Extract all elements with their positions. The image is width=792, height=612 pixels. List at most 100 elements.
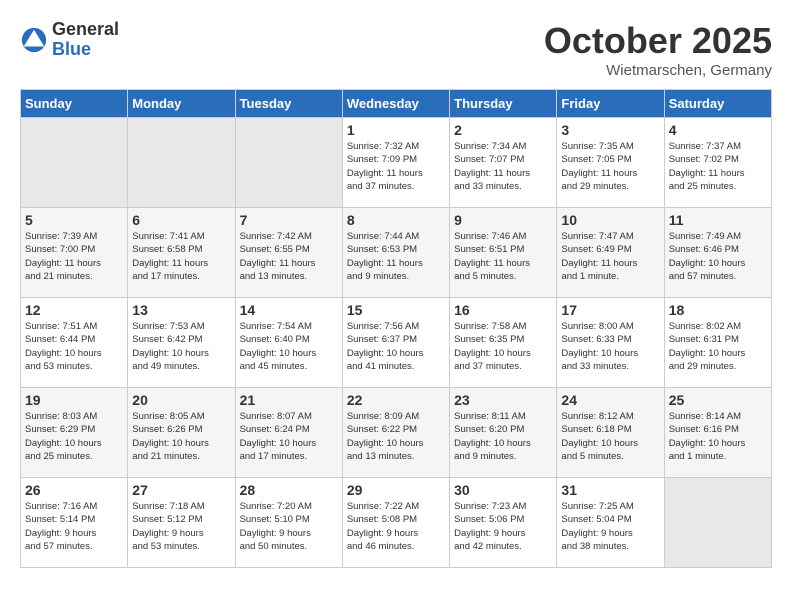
calendar-cell: 2 Sunrise: 7:34 AM Sunset: 7:07 PM Daylig… bbox=[450, 118, 557, 208]
day-number: 29 bbox=[347, 482, 445, 498]
calendar-cell: 13 Sunrise: 7:53 AM Sunset: 6:42 PM Dayli… bbox=[128, 298, 235, 388]
day-number: 6 bbox=[132, 212, 230, 228]
day-header-monday: Monday bbox=[128, 90, 235, 118]
calendar-week-row: 26 Sunrise: 7:16 AM Sunset: 5:14 PM Dayli… bbox=[21, 478, 772, 568]
day-info: Sunrise: 7:23 AM Sunset: 5:06 PM Dayligh… bbox=[454, 500, 552, 553]
calendar-body: 1 Sunrise: 7:32 AM Sunset: 7:09 PM Daylig… bbox=[21, 118, 772, 568]
calendar-cell: 12 Sunrise: 7:51 AM Sunset: 6:44 PM Dayli… bbox=[21, 298, 128, 388]
day-number: 15 bbox=[347, 302, 445, 318]
day-number: 23 bbox=[454, 392, 552, 408]
location: Wietmarschen, Germany bbox=[544, 62, 772, 79]
day-number: 27 bbox=[132, 482, 230, 498]
calendar-cell: 27 Sunrise: 7:18 AM Sunset: 5:12 PM Dayli… bbox=[128, 478, 235, 568]
calendar-cell: 8 Sunrise: 7:44 AM Sunset: 6:53 PM Daylig… bbox=[342, 208, 449, 298]
day-info: Sunrise: 7:46 AM Sunset: 6:51 PM Dayligh… bbox=[454, 230, 552, 283]
day-number: 30 bbox=[454, 482, 552, 498]
calendar-week-row: 5 Sunrise: 7:39 AM Sunset: 7:00 PM Daylig… bbox=[21, 208, 772, 298]
calendar-cell: 10 Sunrise: 7:47 AM Sunset: 6:49 PM Dayli… bbox=[557, 208, 664, 298]
calendar-header-row: SundayMondayTuesdayWednesdayThursdayFrid… bbox=[21, 90, 772, 118]
day-number: 25 bbox=[669, 392, 767, 408]
day-info: Sunrise: 8:11 AM Sunset: 6:20 PM Dayligh… bbox=[454, 410, 552, 463]
day-info: Sunrise: 7:53 AM Sunset: 6:42 PM Dayligh… bbox=[132, 320, 230, 373]
calendar-cell: 14Sunrise: 7:54 AM Sunset: 6:40 PM Dayli… bbox=[235, 298, 342, 388]
day-info: Sunrise: 7:56 AM Sunset: 6:37 PM Dayligh… bbox=[347, 320, 445, 373]
day-info: Sunrise: 7:22 AM Sunset: 5:08 PM Dayligh… bbox=[347, 500, 445, 553]
calendar-cell bbox=[128, 118, 235, 208]
day-info: Sunrise: 7:51 AM Sunset: 6:44 PM Dayligh… bbox=[25, 320, 123, 373]
day-number: 8 bbox=[347, 212, 445, 228]
day-info: Sunrise: 8:14 AM Sunset: 6:16 PM Dayligh… bbox=[669, 410, 767, 463]
day-number: 4 bbox=[669, 122, 767, 138]
day-info: Sunrise: 7:39 AM Sunset: 7:00 PM Dayligh… bbox=[25, 230, 123, 283]
day-info: Sunrise: 8:07 AM Sunset: 6:24 PM Dayligh… bbox=[240, 410, 338, 463]
calendar-week-row: 19 Sunrise: 8:03 AM Sunset: 6:29 PM Dayli… bbox=[21, 388, 772, 478]
day-number: 14 bbox=[240, 302, 338, 318]
day-number: 26 bbox=[25, 482, 123, 498]
logo-icon bbox=[20, 26, 48, 54]
day-number: 3 bbox=[561, 122, 659, 138]
day-info: Sunrise: 8:02 AM Sunset: 6:31 PM Dayligh… bbox=[669, 320, 767, 373]
day-info: Sunrise: 8:00 AM Sunset: 6:33 PM Dayligh… bbox=[561, 320, 659, 373]
calendar-cell: 23 Sunrise: 8:11 AM Sunset: 6:20 PM Dayli… bbox=[450, 388, 557, 478]
day-info: Sunrise: 7:37 AM Sunset: 7:02 PM Dayligh… bbox=[669, 140, 767, 193]
calendar-cell bbox=[664, 478, 771, 568]
day-header-saturday: Saturday bbox=[664, 90, 771, 118]
calendar-cell: 30 Sunrise: 7:23 AM Sunset: 5:06 PM Dayli… bbox=[450, 478, 557, 568]
day-info: Sunrise: 7:41 AM Sunset: 6:58 PM Dayligh… bbox=[132, 230, 230, 283]
calendar-cell: 7 Sunrise: 7:42 AM Sunset: 6:55 PM Daylig… bbox=[235, 208, 342, 298]
day-number: 22 bbox=[347, 392, 445, 408]
calendar-week-row: 12 Sunrise: 7:51 AM Sunset: 6:44 PM Dayli… bbox=[21, 298, 772, 388]
logo-blue-text: Blue bbox=[52, 40, 119, 60]
day-number: 17 bbox=[561, 302, 659, 318]
day-info: Sunrise: 7:58 AM Sunset: 6:35 PM Dayligh… bbox=[454, 320, 552, 373]
month-title: October 2025 bbox=[544, 20, 772, 62]
calendar-cell: 16Sunrise: 7:58 AM Sunset: 6:35 PM Dayli… bbox=[450, 298, 557, 388]
logo: General Blue bbox=[20, 20, 119, 60]
calendar-cell: 29 Sunrise: 7:22 AM Sunset: 5:08 PM Dayli… bbox=[342, 478, 449, 568]
day-number: 13 bbox=[132, 302, 230, 318]
day-number: 9 bbox=[454, 212, 552, 228]
logo-text: General Blue bbox=[52, 20, 119, 60]
calendar-cell bbox=[235, 118, 342, 208]
day-info: Sunrise: 7:32 AM Sunset: 7:09 PM Dayligh… bbox=[347, 140, 445, 193]
calendar-cell bbox=[21, 118, 128, 208]
calendar-cell: 28Sunrise: 7:20 AM Sunset: 5:10 PM Dayli… bbox=[235, 478, 342, 568]
title-block: October 2025 Wietmarschen, Germany bbox=[544, 20, 772, 79]
day-info: Sunrise: 7:35 AM Sunset: 7:05 PM Dayligh… bbox=[561, 140, 659, 193]
day-number: 18 bbox=[669, 302, 767, 318]
day-number: 10 bbox=[561, 212, 659, 228]
day-info: Sunrise: 7:18 AM Sunset: 5:12 PM Dayligh… bbox=[132, 500, 230, 553]
day-number: 24 bbox=[561, 392, 659, 408]
calendar-week-row: 1 Sunrise: 7:32 AM Sunset: 7:09 PM Daylig… bbox=[21, 118, 772, 208]
calendar-cell: 21Sunrise: 8:07 AM Sunset: 6:24 PM Dayli… bbox=[235, 388, 342, 478]
day-number: 1 bbox=[347, 122, 445, 138]
calendar-cell: 3 Sunrise: 7:35 AM Sunset: 7:05 PM Daylig… bbox=[557, 118, 664, 208]
day-number: 12 bbox=[25, 302, 123, 318]
calendar-cell: 11 Sunrise: 7:49 AM Sunset: 6:46 PM Dayli… bbox=[664, 208, 771, 298]
day-header-sunday: Sunday bbox=[21, 90, 128, 118]
day-number: 2 bbox=[454, 122, 552, 138]
day-header-thursday: Thursday bbox=[450, 90, 557, 118]
day-info: Sunrise: 7:44 AM Sunset: 6:53 PM Dayligh… bbox=[347, 230, 445, 283]
logo-general-text: General bbox=[52, 20, 119, 40]
day-info: Sunrise: 7:42 AM Sunset: 6:55 PM Dayligh… bbox=[240, 230, 338, 283]
day-info: Sunrise: 8:03 AM Sunset: 6:29 PM Dayligh… bbox=[25, 410, 123, 463]
day-info: Sunrise: 7:34 AM Sunset: 7:07 PM Dayligh… bbox=[454, 140, 552, 193]
calendar-cell: 19 Sunrise: 8:03 AM Sunset: 6:29 PM Dayli… bbox=[21, 388, 128, 478]
calendar-cell: 18 Sunrise: 8:02 AM Sunset: 6:31 PM Dayli… bbox=[664, 298, 771, 388]
day-info: Sunrise: 7:16 AM Sunset: 5:14 PM Dayligh… bbox=[25, 500, 123, 553]
day-info: Sunrise: 7:47 AM Sunset: 6:49 PM Dayligh… bbox=[561, 230, 659, 283]
calendar-cell: 25 Sunrise: 8:14 AM Sunset: 6:16 PM Dayli… bbox=[664, 388, 771, 478]
calendar-cell: 4 Sunrise: 7:37 AM Sunset: 7:02 PM Daylig… bbox=[664, 118, 771, 208]
day-info: Sunrise: 7:20 AM Sunset: 5:10 PM Dayligh… bbox=[240, 500, 338, 553]
day-number: 19 bbox=[25, 392, 123, 408]
day-info: Sunrise: 7:49 AM Sunset: 6:46 PM Dayligh… bbox=[669, 230, 767, 283]
day-number: 5 bbox=[25, 212, 123, 228]
day-number: 11 bbox=[669, 212, 767, 228]
page-header: General Blue October 2025 Wietmarschen, … bbox=[20, 20, 772, 79]
day-info: Sunrise: 8:12 AM Sunset: 6:18 PM Dayligh… bbox=[561, 410, 659, 463]
day-number: 7 bbox=[240, 212, 338, 228]
day-info: Sunrise: 8:09 AM Sunset: 6:22 PM Dayligh… bbox=[347, 410, 445, 463]
calendar-cell: 17 Sunrise: 8:00 AM Sunset: 6:33 PM Dayli… bbox=[557, 298, 664, 388]
day-info: Sunrise: 8:05 AM Sunset: 6:26 PM Dayligh… bbox=[132, 410, 230, 463]
